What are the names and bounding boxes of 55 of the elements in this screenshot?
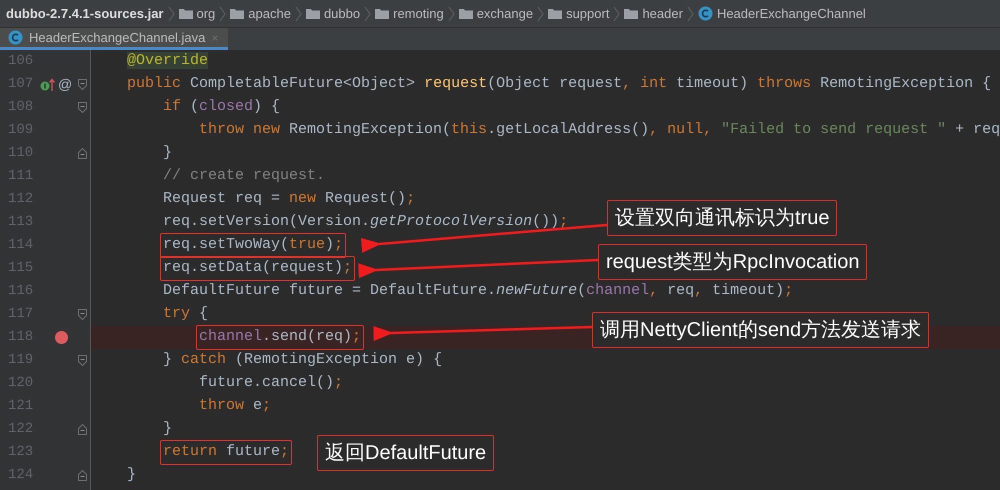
code-line: try {	[163, 304, 208, 324]
chevron-icon	[294, 6, 302, 22]
code-line: // create request.	[163, 166, 326, 186]
editor-tab[interactable]: HeaderExchangeChannel.java ×	[0, 28, 228, 50]
chevron-icon	[364, 6, 372, 22]
implemented-method-icon[interactable]	[40, 78, 56, 92]
code-line: public CompletableFuture<Object> request(Object request, int timeout) throws RemotingException {	[127, 74, 992, 94]
code-line: future.cancel();	[199, 373, 344, 394]
folder-icon	[178, 8, 192, 19]
chevron-icon	[219, 6, 226, 22]
chevron-icon	[613, 6, 620, 22]
breadcrumb-item[interactable]: header	[624, 4, 683, 24]
folder-icon	[230, 8, 244, 19]
breadcrumb-item[interactable]: org	[178, 4, 216, 24]
chevron-icon	[686, 6, 694, 22]
breadcrumb-item[interactable]: exchange	[458, 4, 534, 24]
fold-icon[interactable]	[78, 102, 87, 113]
breadcrumb-item[interactable]: dubbo-2.7.4.1-sources.jar	[6, 4, 164, 24]
breadcrumb-item[interactable]: apache	[230, 4, 291, 24]
chevron-icon	[537, 6, 544, 22]
folder-icon	[306, 8, 320, 19]
code-line: throw e;	[199, 396, 272, 416]
code-line: } catch (RemotingException e) {	[163, 350, 442, 370]
code-line: Request req = new Request();	[163, 189, 416, 210]
fold-icon[interactable]	[78, 470, 87, 481]
code-line: req.setVersion(Version.getProtocolVersion());	[163, 212, 568, 232]
breadcrumb-item[interactable]: remoting	[375, 4, 444, 24]
code-line: }	[163, 143, 172, 164]
callout-label: request类型为RpcInvocation	[598, 244, 868, 280]
folder-icon	[624, 8, 638, 19]
fold-icon[interactable]	[78, 79, 87, 90]
folder-icon	[548, 8, 562, 19]
code-line: if (closed) {	[163, 97, 280, 118]
code-line: }	[163, 419, 172, 440]
chevron-icon	[168, 6, 174, 22]
callout-label: 设置双向通讯标识为true	[607, 200, 838, 236]
breadcrumb-item[interactable]: support	[548, 4, 610, 24]
code-line: }	[127, 465, 136, 486]
breadcrumb-item[interactable]: HeaderExchangeChannel	[698, 4, 866, 24]
class-icon	[698, 6, 713, 21]
folder-icon	[375, 8, 390, 19]
callout-label: 返回DefaultFuture	[317, 435, 494, 471]
code-line: DefaultFuture future = DefaultFuture.newFuture(channel, req, timeout);	[163, 281, 794, 302]
fold-icon[interactable]	[78, 355, 87, 366]
breakpoint-icon[interactable]	[55, 331, 68, 344]
breadcrumb-item[interactable]: dubbo	[306, 4, 360, 24]
annotation-marker[interactable]: @	[58, 74, 72, 95]
code-line: throw new RemotingException(this.getLocalAddress(), null, "Failed to send request " + req	[199, 120, 1000, 140]
chevron-icon	[448, 6, 455, 22]
fold-icon[interactable]	[78, 309, 87, 320]
fold-icon[interactable]	[78, 424, 87, 435]
folder-icon	[458, 8, 473, 19]
callout-label: 调用NettyClient的send方法发送请求	[592, 312, 930, 348]
fold-icon[interactable]	[78, 148, 87, 159]
class-icon	[8, 30, 23, 45]
